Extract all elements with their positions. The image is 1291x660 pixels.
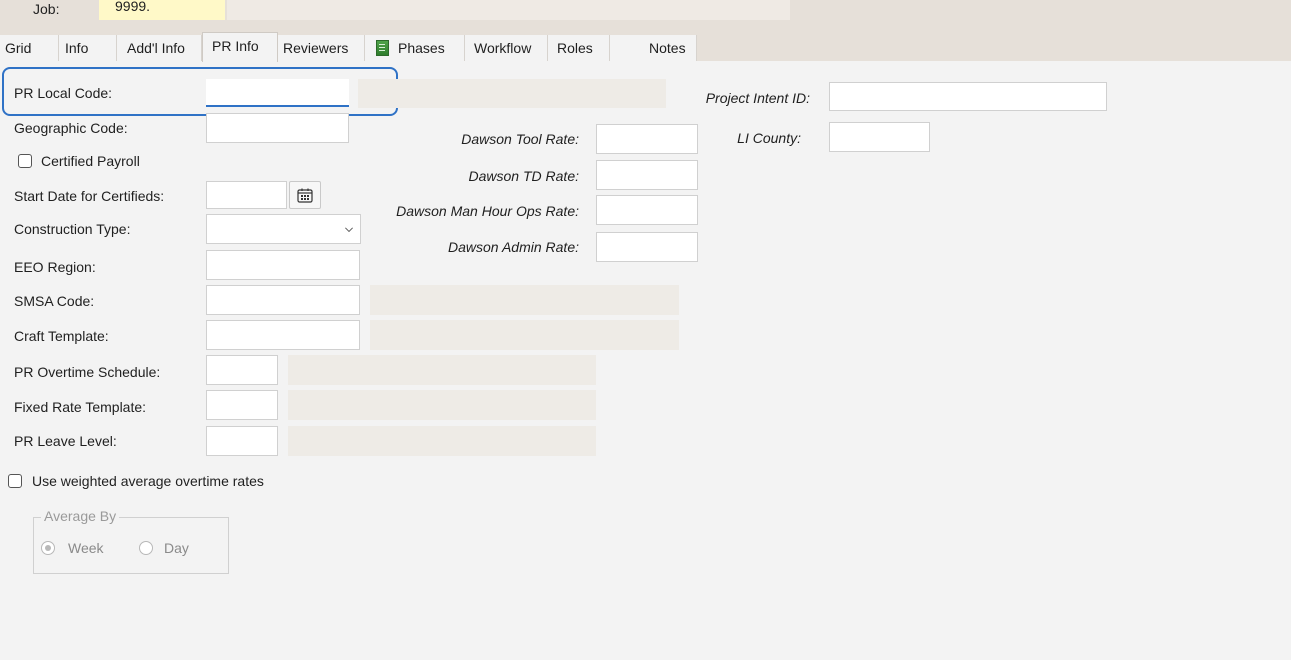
certified-payroll-checkbox[interactable] <box>18 154 32 168</box>
construction-type-select[interactable] <box>206 214 361 244</box>
craft-template-label: Craft Template: <box>14 328 109 344</box>
use-weighted-average-checkbox[interactable] <box>8 474 22 488</box>
start-date-certifieds-input[interactable] <box>206 181 287 209</box>
tab-phases[interactable]: Phases <box>365 35 465 61</box>
pr-overtime-schedule-label: PR Overtime Schedule: <box>14 364 161 380</box>
dawson-man-hour-ops-rate-label: Dawson Man Hour Ops Rate: <box>396 203 579 219</box>
craft-template-input[interactable] <box>206 320 360 350</box>
fixed-rate-template-description <box>288 390 596 420</box>
job-label: Job: <box>33 1 60 17</box>
tab-roles[interactable]: Roles <box>548 35 610 61</box>
pr-overtime-schedule-input[interactable] <box>206 355 278 385</box>
geographic-code-input[interactable] <box>206 113 349 143</box>
project-intent-id-input[interactable] <box>829 82 1107 111</box>
li-county-label: LI County: <box>737 130 801 146</box>
dawson-td-rate-label: Dawson TD Rate: <box>468 168 579 184</box>
craft-template-description <box>370 320 679 350</box>
day-radio[interactable] <box>139 541 153 555</box>
smsa-code-description <box>370 285 679 315</box>
li-county-input[interactable] <box>829 122 930 152</box>
phases-icon <box>376 40 389 56</box>
dawson-tool-rate-label: Dawson Tool Rate: <box>461 131 579 147</box>
day-radio-label: Day <box>164 540 189 556</box>
pr-overtime-schedule-description <box>288 355 596 385</box>
construction-type-label: Construction Type: <box>14 221 131 237</box>
smsa-code-input[interactable] <box>206 285 360 315</box>
certified-payroll-label: Certified Payroll <box>41 153 140 169</box>
dawson-man-hour-ops-rate-input[interactable] <box>596 195 698 225</box>
use-weighted-average-label: Use weighted average overtime rates <box>32 473 264 489</box>
project-intent-id-label: Project Intent ID: <box>705 90 810 106</box>
tab-info[interactable]: Info <box>59 35 117 61</box>
tab-reviewers[interactable]: Reviewers <box>278 35 365 61</box>
job-field[interactable]: 9999. <box>99 0 225 20</box>
pr-leave-level-description <box>288 426 596 456</box>
calendar-icon <box>297 188 313 203</box>
average-by-group <box>33 517 229 574</box>
calendar-button[interactable] <box>289 181 321 209</box>
dawson-td-rate-input[interactable] <box>596 160 698 190</box>
tab-grid[interactable]: Grid <box>0 35 59 61</box>
pr-local-code-description <box>358 79 666 108</box>
eeo-region-label: EEO Region: <box>14 259 96 275</box>
start-date-certifieds-label: Start Date for Certifieds: <box>14 188 165 204</box>
week-radio-label: Week <box>68 540 104 556</box>
dawson-admin-rate-input[interactable] <box>596 232 698 262</box>
pr-local-code-label: PR Local Code: <box>14 85 113 101</box>
tab-addl-info[interactable]: Add'l Info <box>117 35 202 61</box>
tab-notes[interactable]: Notes <box>610 35 697 61</box>
smsa-code-label: SMSA Code: <box>14 293 95 309</box>
geographic-code-label: Geographic Code: <box>14 120 128 136</box>
dawson-admin-rate-label: Dawson Admin Rate: <box>448 239 579 255</box>
tab-pr-info[interactable]: PR Info <box>202 32 278 62</box>
pr-leave-level-input[interactable] <box>206 426 278 456</box>
pr-local-code-input[interactable] <box>206 79 349 107</box>
pr-leave-level-label: PR Leave Level: <box>14 433 117 449</box>
chevron-down-icon <box>345 227 353 233</box>
tab-workflow[interactable]: Workflow <box>465 35 548 61</box>
fixed-rate-template-input[interactable] <box>206 390 278 420</box>
fixed-rate-template-label: Fixed Rate Template: <box>14 399 147 415</box>
dawson-tool-rate-input[interactable] <box>596 124 698 154</box>
job-description-field <box>227 0 790 20</box>
average-by-title: Average By <box>41 507 120 525</box>
eeo-region-input[interactable] <box>206 250 360 280</box>
week-radio[interactable] <box>41 541 55 555</box>
